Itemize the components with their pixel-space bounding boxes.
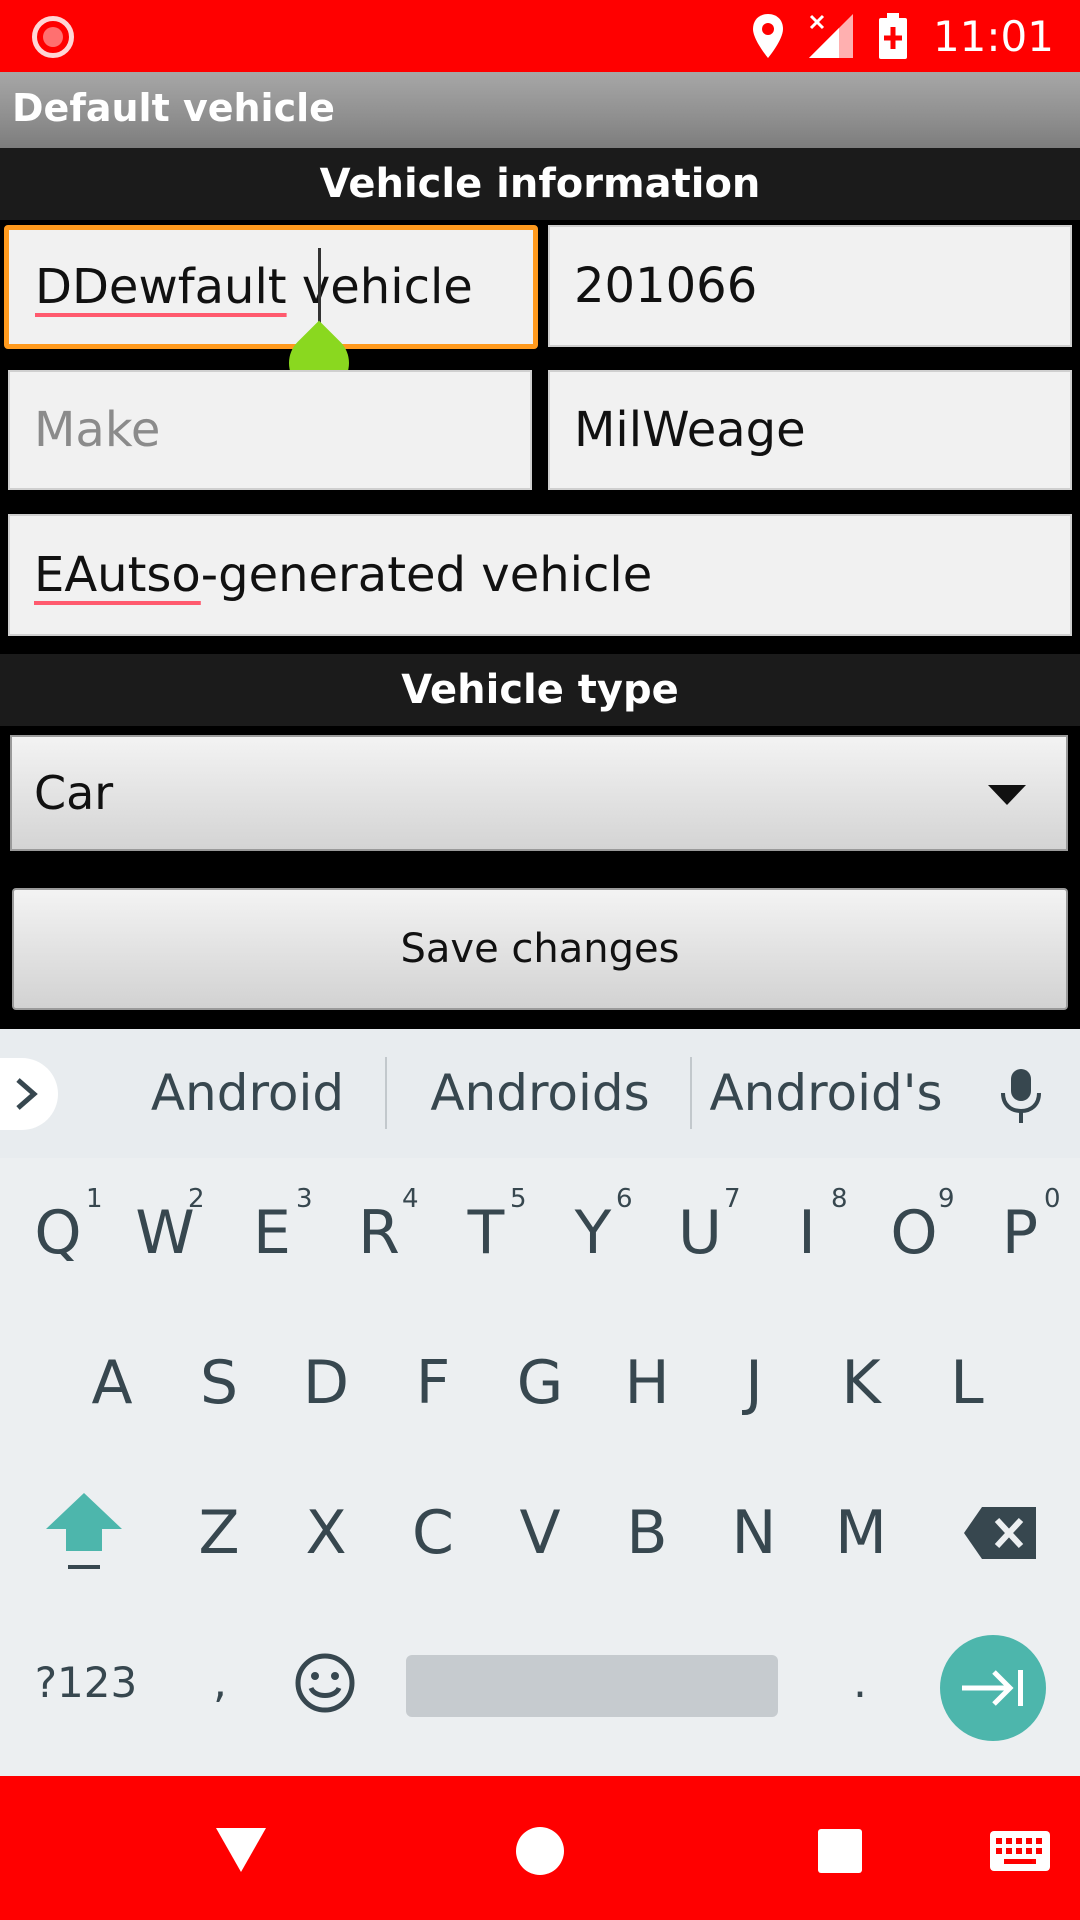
shift-icon [46,1493,122,1569]
key-hint: 0 [1044,1184,1061,1214]
key-a[interactable]: A [58,1308,166,1458]
key-n[interactable]: N [700,1458,808,1608]
year-field[interactable]: 201066 [548,225,1072,347]
key-hint: 3 [296,1184,313,1214]
make-field[interactable]: Make [8,370,532,490]
key-hint: 4 [402,1184,419,1214]
vehicle-name-rest: vehicle [286,259,473,315]
key-e[interactable]: E [218,1158,326,1308]
key-hint: 2 [188,1184,205,1214]
app-title: Default vehicle [12,86,335,130]
next-field-button[interactable] [940,1635,1046,1741]
key-i[interactable]: I [753,1158,861,1308]
text-cursor [318,248,321,326]
key-y[interactable]: Y [539,1158,647,1308]
key-b[interactable]: B [593,1458,701,1608]
suggestion-divider [690,1057,692,1129]
home-icon[interactable] [516,1827,564,1875]
key-w[interactable]: W [111,1158,219,1308]
key-s[interactable]: S [165,1308,273,1458]
backspace-icon [964,1507,1036,1559]
description-field[interactable]: EAutso -generated vehicle [8,514,1072,636]
suggestion-divider [385,1057,387,1129]
status-bar: 11:01 [0,0,1080,72]
emoji-key[interactable] [270,1608,380,1758]
key-hint: 9 [938,1184,955,1214]
key-q[interactable]: Q [4,1158,112,1308]
keyboard-suggestion-strip: Android Androids Android's [0,1029,1080,1158]
vehicle-name-field[interactable]: DDewfault vehicle [4,225,538,349]
shift-key[interactable] [30,1458,138,1608]
back-icon[interactable] [216,1828,266,1872]
navigation-bar [0,1776,1080,1920]
microphone-icon[interactable] [996,1069,1046,1123]
key-hint: 5 [510,1184,527,1214]
key-x[interactable]: X [272,1458,380,1608]
make-placeholder: Make [34,402,161,458]
key-k[interactable]: K [807,1308,915,1458]
vehicle-type-selected: Car [34,766,114,820]
key-d[interactable]: D [272,1308,380,1458]
battery-charging-icon [878,13,907,59]
key-u[interactable]: U [646,1158,754,1308]
mileage-field[interactable]: MilWeage [548,370,1072,490]
key-r[interactable]: R [325,1158,433,1308]
year-value: 201066 [574,258,758,314]
app-title-bar: Default vehicle [0,72,1080,148]
key-h[interactable]: H [593,1308,701,1458]
vehicle-type-dropdown[interactable]: Car [10,735,1068,851]
chevron-right-icon [16,1078,38,1110]
dropdown-arrow-icon [988,785,1026,805]
key-v[interactable]: V [486,1458,594,1608]
suggestion-2[interactable]: Androids [420,1029,660,1158]
period-key[interactable]: . [806,1608,914,1758]
backspace-key[interactable] [940,1458,1060,1608]
key-hint: 1 [86,1184,103,1214]
misspelled-word: EAutso [34,547,201,603]
suggestion-3[interactable]: Android's [706,1029,946,1158]
key-j[interactable]: J [700,1308,808,1458]
key-t[interactable]: T [432,1158,540,1308]
misspelled-word: DDewfault [35,259,287,315]
description-rest: -generated vehicle [200,547,653,603]
key-z[interactable]: Z [165,1458,273,1608]
suggestion-1[interactable]: Android [130,1029,365,1158]
screen-record-icon [32,16,74,58]
location-icon [752,14,783,58]
key-hint: 7 [724,1184,741,1214]
key-f[interactable]: F [379,1308,487,1458]
key-l[interactable]: L [913,1308,1021,1458]
mileage-value: MilWeage [574,402,806,458]
key-p[interactable]: P [966,1158,1074,1308]
key-hint: 6 [616,1184,633,1214]
key-c[interactable]: C [379,1458,487,1608]
save-changes-button[interactable]: Save changes [12,888,1068,1010]
keyboard-icon[interactable] [990,1831,1050,1871]
key-m[interactable]: M [807,1458,915,1608]
clock: 11:01 [932,11,1054,61]
expand-toolbar-button[interactable] [0,1058,58,1130]
vehicle-information-header: Vehicle information [0,148,1080,220]
comma-key[interactable]: , [166,1608,274,1758]
keyboard: Q W E R T Y U I O P 1 2 3 4 5 6 7 8 9 0 … [0,1158,1080,1776]
emoji-icon [295,1653,355,1713]
key-g[interactable]: G [486,1308,594,1458]
vehicle-type-header: Vehicle type [0,654,1080,726]
signal-no-data-icon [808,14,853,58]
symbols-key[interactable]: ?123 [24,1608,148,1758]
spacebar[interactable] [406,1655,778,1717]
tab-arrow-icon [962,1670,1023,1706]
recents-icon[interactable] [818,1829,862,1873]
key-o[interactable]: O [860,1158,968,1308]
key-hint: 8 [831,1184,848,1214]
